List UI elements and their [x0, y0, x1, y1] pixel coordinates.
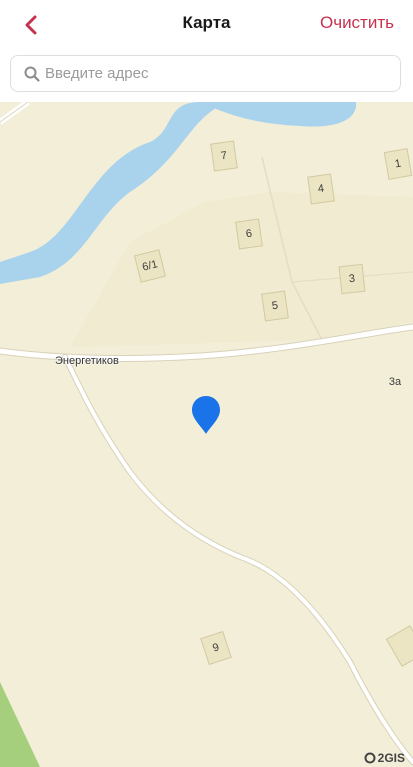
building-7: 7: [210, 140, 238, 172]
building-1: 1: [383, 148, 413, 180]
building-3a: 3а: [388, 376, 402, 388]
2gis-logo-icon: [364, 752, 376, 764]
road-south: [62, 354, 413, 765]
building-3: 3: [338, 263, 366, 295]
building-5: 5: [261, 290, 289, 322]
address-search-input[interactable]: [45, 56, 390, 91]
search-field-container[interactable]: [10, 55, 401, 92]
building-4: 4: [307, 173, 335, 205]
clear-button[interactable]: Очистить: [320, 13, 394, 33]
grass-area: [0, 682, 40, 767]
top-bar: Карта Очистить: [0, 0, 413, 50]
location-marker-icon[interactable]: [190, 394, 222, 436]
map-attribution[interactable]: 2GIS: [364, 751, 405, 765]
lake: [200, 102, 357, 127]
search-bar: [0, 50, 413, 102]
map-view[interactable]: 7 1 4 6 6/1 3 5 3а 9 Энергетиков 2GIS: [0, 102, 413, 767]
street-label: Энергетиков: [55, 355, 119, 367]
search-icon: [24, 66, 40, 82]
attribution-label: 2GIS: [377, 751, 405, 765]
building-6: 6: [235, 218, 263, 250]
